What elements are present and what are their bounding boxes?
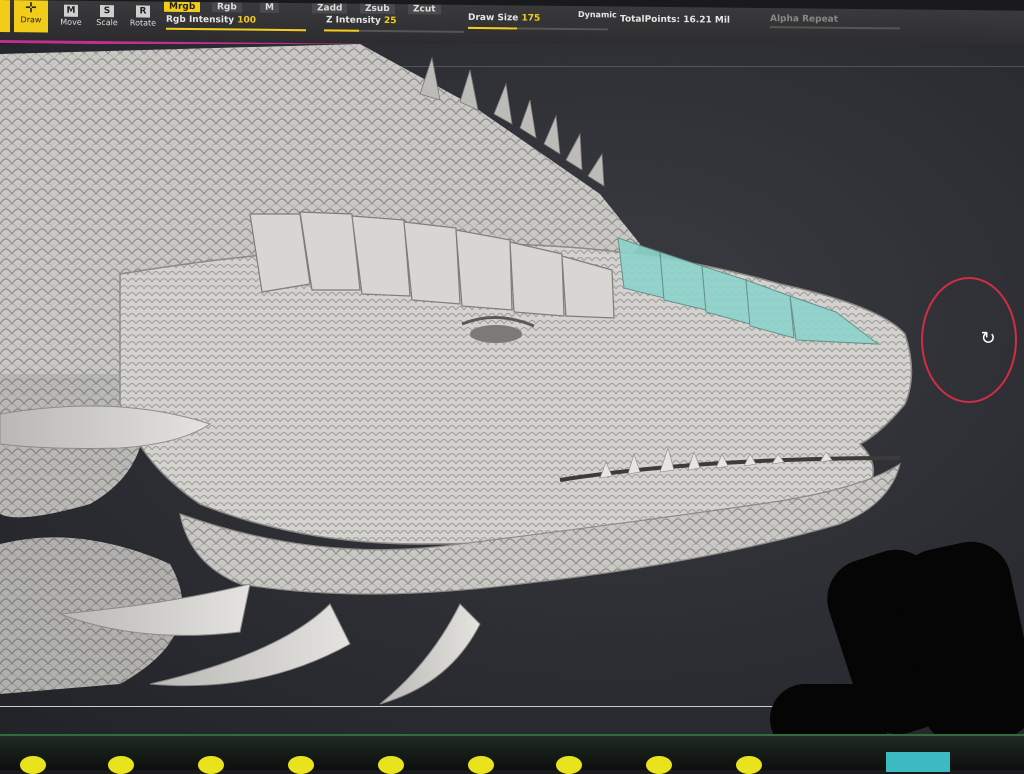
scale-label: Scale [96, 18, 118, 28]
dynamic-toggle[interactable]: Dynamic [578, 10, 617, 19]
z-intensity-label: Z Intensity [326, 15, 381, 26]
dragon-spike-chin [379, 603, 481, 705]
brush-slot[interactable] [378, 756, 404, 774]
brush-slot[interactable] [288, 756, 314, 774]
rotate-tool-icon: R [136, 5, 150, 18]
bottom-shelf [0, 734, 1024, 774]
rgb-toggle[interactable]: Rgb [212, 2, 242, 13]
rgb-intensity-slider[interactable]: Rgb Intensity 100 [166, 15, 256, 26]
draw-size-label: Draw Size [468, 12, 519, 24]
dragon-eye [470, 325, 522, 343]
zcut-toggle[interactable]: Zcut [408, 4, 441, 15]
rotate-gizmo[interactable] [921, 277, 1017, 403]
rgb-intensity-value: 100 [237, 15, 257, 26]
mrgb-toggle[interactable]: Mrgb [164, 1, 201, 13]
total-points: TotalPoints: 16.21 Mil [620, 14, 730, 25]
z-intensity-slider[interactable]: Z Intensity 25 [326, 15, 397, 26]
draw-label: Draw [20, 15, 42, 25]
alpha-repeat-track[interactable] [770, 26, 900, 30]
move-label: Move [60, 17, 82, 27]
rgb-intensity-track[interactable] [166, 27, 306, 32]
brush-slot[interactable] [108, 756, 134, 774]
brush-slot[interactable] [468, 756, 494, 774]
edit-button[interactable] [0, 0, 10, 33]
rgb-intensity-fill [166, 27, 306, 32]
draw-button[interactable]: ✛ Draw [14, 0, 48, 33]
zadd-toggle[interactable]: Zadd [312, 3, 348, 14]
total-points-label: TotalPoints: [620, 14, 681, 26]
rotate-button[interactable]: R Rotate [126, 3, 160, 33]
draw-icon: ✛ [25, 0, 37, 17]
scale-button[interactable]: S Scale [90, 3, 124, 33]
brush-slot[interactable] [20, 756, 46, 774]
move-button[interactable]: M Move [54, 3, 88, 33]
brush-slot[interactable] [198, 756, 224, 774]
z-intensity-track[interactable] [324, 29, 464, 33]
scale-icon: S [100, 5, 114, 18]
hand-finger-silhouette [770, 684, 890, 734]
draw-size-slider[interactable]: Draw Size 175 [468, 13, 540, 24]
m-toggle[interactable]: M [260, 2, 279, 13]
draw-size-track[interactable] [468, 26, 608, 31]
corner-button[interactable] [886, 752, 950, 772]
z-intensity-value: 25 [383, 16, 397, 27]
rotate-label: Rotate [129, 18, 157, 28]
brush-slot[interactable] [646, 756, 672, 774]
total-points-value: 16.21 Mil [683, 15, 730, 26]
canvas-viewport[interactable]: ↻ [0, 44, 1024, 734]
brush-slot[interactable] [556, 756, 582, 774]
brush-slot[interactable] [736, 756, 762, 774]
draw-size-value: 175 [521, 13, 541, 24]
rgb-intensity-label: Rgb Intensity [166, 14, 235, 26]
draw-size-fill [468, 26, 517, 30]
move-icon: M [64, 4, 78, 17]
z-intensity-fill [324, 29, 359, 32]
alpha-repeat-slider[interactable]: Alpha Repeat [770, 14, 838, 25]
zsub-toggle[interactable]: Zsub [360, 3, 395, 15]
rotate-icon[interactable]: ↻ [977, 328, 999, 350]
